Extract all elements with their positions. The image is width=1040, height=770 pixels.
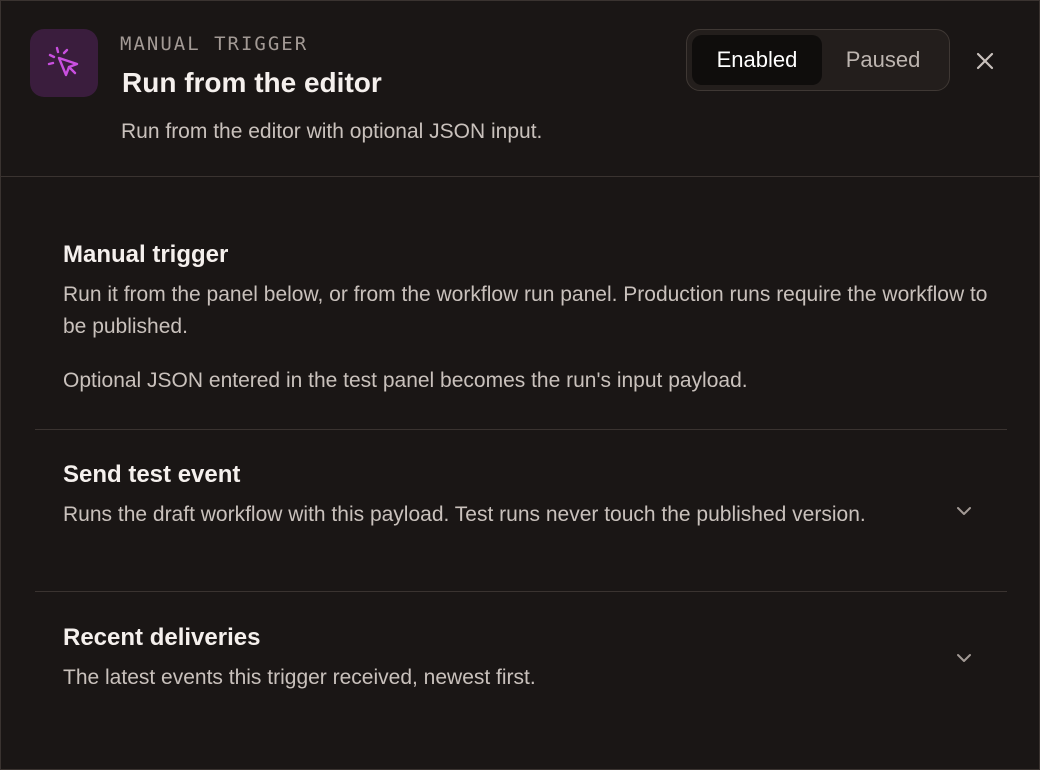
send-test-event-heading: Send test event <box>63 461 241 488</box>
send-test-event-section[interactable]: Send test event Runs the draft workflow … <box>35 461 1007 591</box>
section-divider <box>35 429 1007 430</box>
panel-header: MANUAL TRIGGER Run from the editor Run f… <box>1 1 1039 177</box>
send-test-event-description: Runs the draft workflow with this payloa… <box>63 503 866 526</box>
cursor-click-icon <box>30 29 98 97</box>
manual-trigger-section: Manual trigger Run it from the panel bel… <box>35 241 1007 429</box>
page-subtitle: Run from the editor with optional JSON i… <box>121 120 543 143</box>
page-title: Run from the editor <box>122 67 382 98</box>
trigger-panel: MANUAL TRIGGER Run from the editor Run f… <box>0 0 1040 770</box>
close-icon <box>976 52 994 70</box>
close-button[interactable] <box>967 43 1003 79</box>
recent-deliveries-section[interactable]: Recent deliveries The latest events this… <box>35 624 1007 724</box>
recent-deliveries-heading: Recent deliveries <box>63 624 261 651</box>
trigger-type-label: MANUAL TRIGGER <box>120 33 309 55</box>
recent-deliveries-description: The latest events this trigger received,… <box>63 666 536 689</box>
manual-trigger-heading: Manual trigger <box>63 241 229 268</box>
status-toggle: Enabled Paused <box>686 29 950 91</box>
section-divider <box>35 591 1007 592</box>
toggle-paused[interactable]: Paused <box>822 35 944 85</box>
toggle-enabled[interactable]: Enabled <box>692 35 822 85</box>
manual-trigger-description: Run it from the panel below, or from the… <box>63 283 988 338</box>
chevron-down-icon[interactable] <box>952 499 976 523</box>
chevron-down-icon[interactable] <box>952 646 976 670</box>
manual-trigger-payload-note: Optional JSON entered in the test panel … <box>63 369 748 392</box>
